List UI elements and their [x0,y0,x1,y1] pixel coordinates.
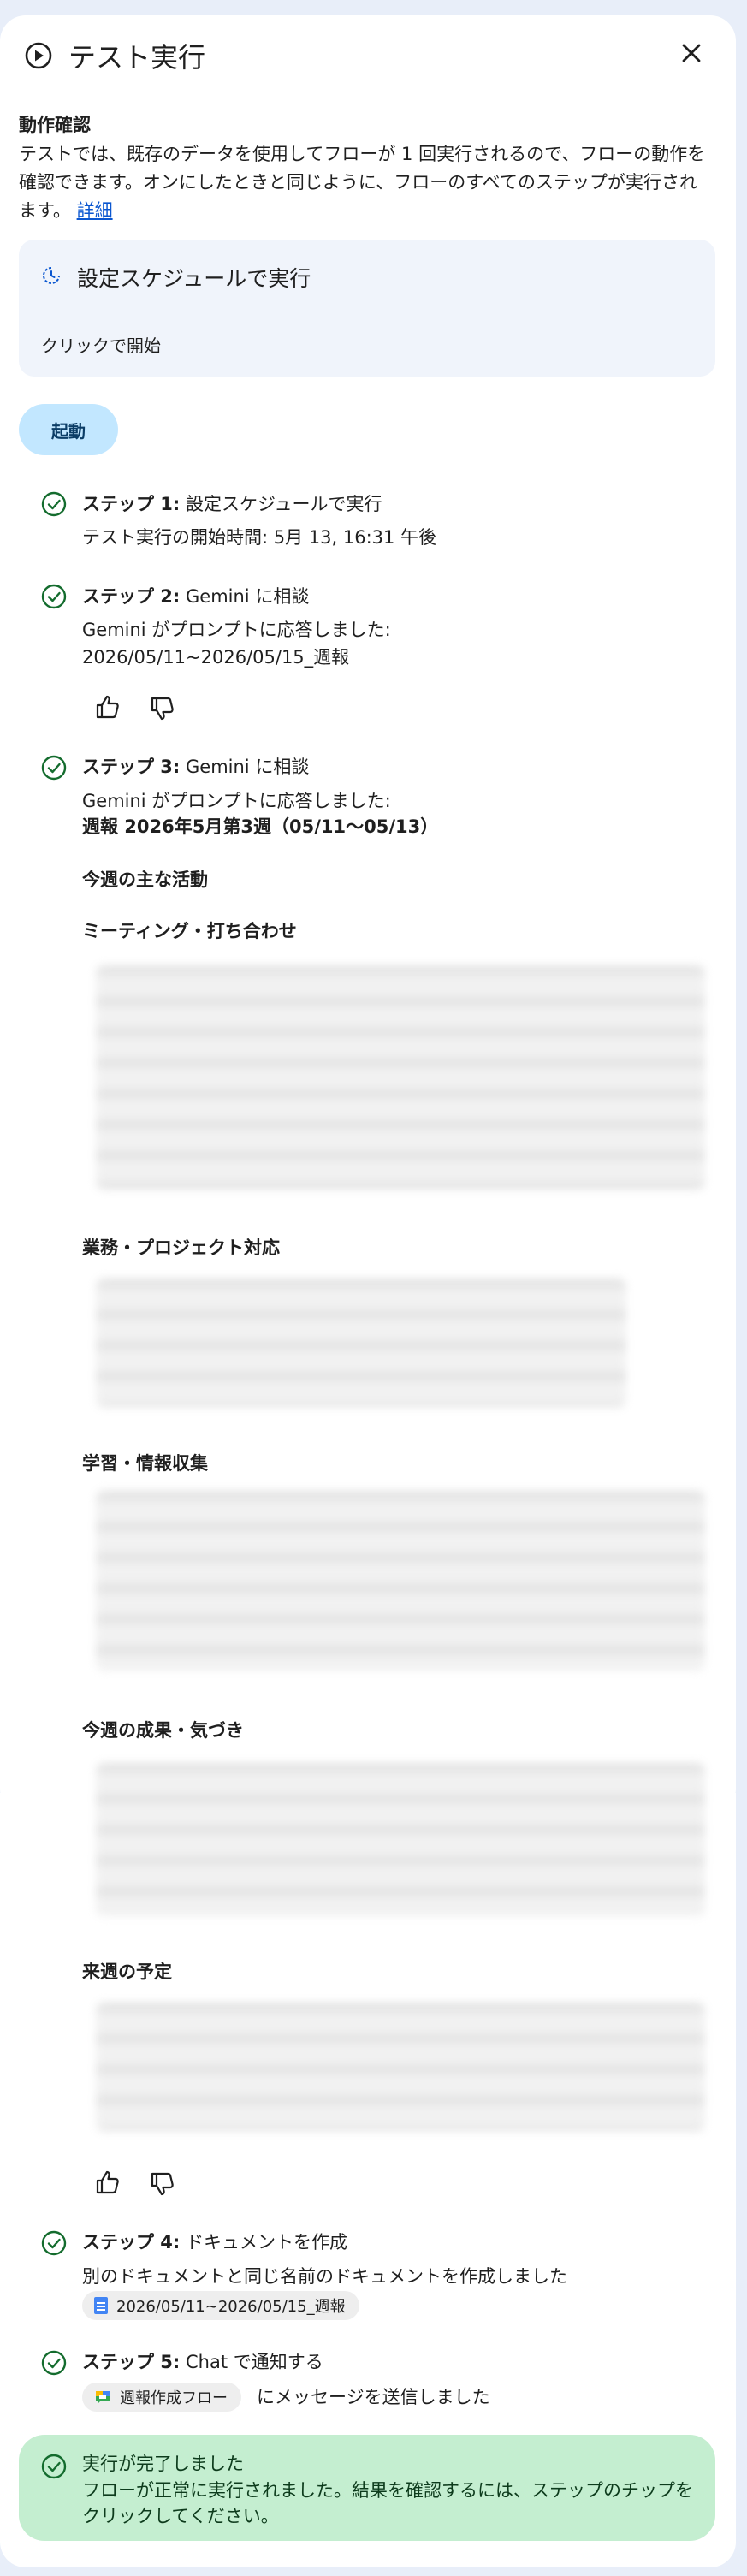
step-3-result-title: 週報 2026年5月第3週（05/11〜05/13） [82,816,439,837]
step-name: Chat で通知する [186,2352,323,2372]
step-name: Gemini に相談 [186,757,310,777]
step-name: Gemini に相談 [186,586,310,607]
chat-space-chip[interactable]: 週報作成フロー [82,2383,241,2412]
result-heading-next: 来週の予定 [82,1962,172,1982]
step-2-title[interactable]: ステップ 2: Gemini に相談 [82,583,309,608]
step-name: 設定スケジュールで実行 [186,494,382,514]
blurred-content [96,2003,705,2131]
step-2-text: Gemini がプロンプトに応答しました: [82,620,391,640]
play-circle-icon [25,42,52,69]
blurred-content [96,1279,626,1407]
completion-banner: 実行が完了しました フローが正常に実行されました。結果を確認するには、ステップの… [19,2435,715,2541]
completion-text: フローが正常に実行されました。結果を確認するには、ステップのチップをクリックして… [82,2480,693,2526]
check-circle-icon [41,2230,67,2256]
result-heading-main: 今週の主な活動 [82,870,208,890]
step-1-title[interactable]: ステップ 1: 設定スケジュールで実行 [82,490,382,516]
thumbs-down-icon[interactable] [149,2170,176,2198]
section-title: 動作確認 [19,115,91,135]
step-1-text: テスト実行の開始時間: 5月 13, 16:31 午後 [82,527,437,548]
trigger-title: 設定スケジュールで実行 [77,266,311,291]
step-name: ドキュメントを作成 [186,2232,348,2253]
result-heading-learning: 学習・情報収集 [82,1453,208,1474]
docs-icon [94,2297,108,2314]
close-icon[interactable] [676,38,707,68]
google-chat-icon [96,2391,110,2404]
thumbs-up-icon[interactable] [94,2169,122,2196]
step-label: ステップ 2: [82,586,181,607]
check-circle-icon [41,491,67,517]
step-label: ステップ 3: [82,757,181,777]
step-label: ステップ 1: [82,494,181,514]
step-label: ステップ 4: [82,2232,181,2253]
blurred-content [96,1763,705,1917]
step-label: ステップ 5: [82,2352,181,2372]
chat-space-chip-label: 週報作成フロー [120,2389,228,2407]
start-button[interactable]: 起動 [19,404,118,455]
step-2-result: 2026/05/11~2026/05/15_週報 [82,647,350,668]
document-chip[interactable]: 2026/05/11~2026/05/15_週報 [82,2291,359,2320]
thumbs-down-icon[interactable] [149,695,176,722]
blurred-content [96,965,705,1190]
step-5-text: にメッセージを送信しました [257,2387,490,2407]
thumbs-up-icon[interactable] [94,693,122,721]
description: テストでは、既存のデータを使用してフローが 1 回実行されるので、フローの動作を… [19,140,712,225]
trigger-subtitle: クリックで開始 [41,335,161,356]
step-4-title[interactable]: ステップ 4: ドキュメントを作成 [82,2229,347,2254]
result-heading-meetings: ミーティング・打ち合わせ [82,921,297,941]
step-3-title[interactable]: ステップ 3: Gemini に相談 [82,753,309,779]
description-text: テストでは、既存のデータを使用してフローが 1 回実行されるので、フローの動作を… [19,144,706,221]
details-link[interactable]: 詳細 [77,200,113,221]
blurred-content [96,1491,705,1671]
trigger-card[interactable]: 設定スケジュールで実行 クリックで開始 [19,240,715,377]
check-circle-icon [41,2454,67,2479]
check-circle-icon [41,584,67,609]
document-chip-label: 2026/05/11~2026/05/15_週報 [116,2298,346,2316]
page-title: テスト実行 [68,41,206,74]
check-circle-icon [41,2350,67,2376]
step-5-title[interactable]: ステップ 5: Chat で通知する [82,2348,323,2374]
check-circle-icon [41,755,67,781]
schedule-icon [43,267,60,284]
result-heading-projects: 業務・プロジェクト対応 [82,1238,280,1258]
step-4-text: 別のドキュメントと同じ名前のドキュメントを作成しました [82,2266,567,2287]
result-heading-results: 今週の成果・気づき [82,1720,244,1741]
step-3-text: Gemini がプロンプトに応答しました: [82,791,391,811]
completion-title: 実行が完了しました [82,2454,244,2474]
